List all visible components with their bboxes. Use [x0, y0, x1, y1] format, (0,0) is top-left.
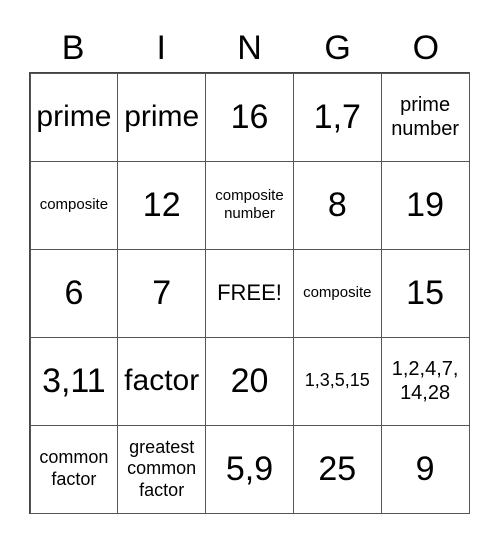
bingo-cell[interactable]: 9 — [380, 424, 470, 514]
bingo-cell[interactable]: composite — [29, 160, 119, 250]
bingo-cell[interactable]: greatest common factor — [117, 424, 207, 514]
bingo-cell[interactable]: 3,11 — [29, 336, 119, 426]
bingo-cell[interactable]: prime — [117, 72, 207, 162]
bingo-cell[interactable]: prime — [29, 72, 119, 162]
bingo-cell[interactable]: 6 — [29, 248, 119, 338]
bingo-cell[interactable]: 12 — [117, 160, 207, 250]
bingo-cell[interactable]: 20 — [205, 336, 294, 426]
header-letter-o: O — [412, 29, 440, 67]
bingo-cell[interactable]: 1,2,4,7, 14,28 — [380, 336, 470, 426]
bingo-cell[interactable]: prime number — [380, 72, 470, 162]
bingo-cell[interactable]: common factor — [29, 424, 119, 514]
bingo-cell[interactable]: 7 — [117, 248, 207, 338]
free-space[interactable]: FREE! — [205, 248, 294, 338]
bingo-cell[interactable]: composite number — [205, 160, 294, 250]
bingo-cell[interactable]: 25 — [292, 424, 382, 514]
bingo-grid: prime prime 16 1,7 prime number composit… — [29, 72, 470, 514]
header-letter-n: N — [237, 29, 262, 67]
bingo-cell[interactable]: 19 — [380, 160, 470, 250]
bingo-header: B I N G O — [29, 24, 470, 72]
bingo-cell[interactable]: 1,3,5,15 — [292, 336, 382, 426]
bingo-cell[interactable]: 15 — [380, 248, 470, 338]
bingo-cell[interactable]: factor — [117, 336, 207, 426]
header-letter-i: I — [156, 29, 166, 67]
bingo-cell[interactable]: 5,9 — [205, 424, 294, 514]
bingo-cell[interactable]: 1,7 — [292, 72, 382, 162]
bingo-cell[interactable]: composite — [292, 248, 382, 338]
header-letter-g: G — [324, 29, 351, 67]
bingo-cell[interactable]: 16 — [205, 72, 294, 162]
header-letter-b: B — [61, 29, 85, 67]
bingo-cell[interactable]: 8 — [292, 160, 382, 250]
